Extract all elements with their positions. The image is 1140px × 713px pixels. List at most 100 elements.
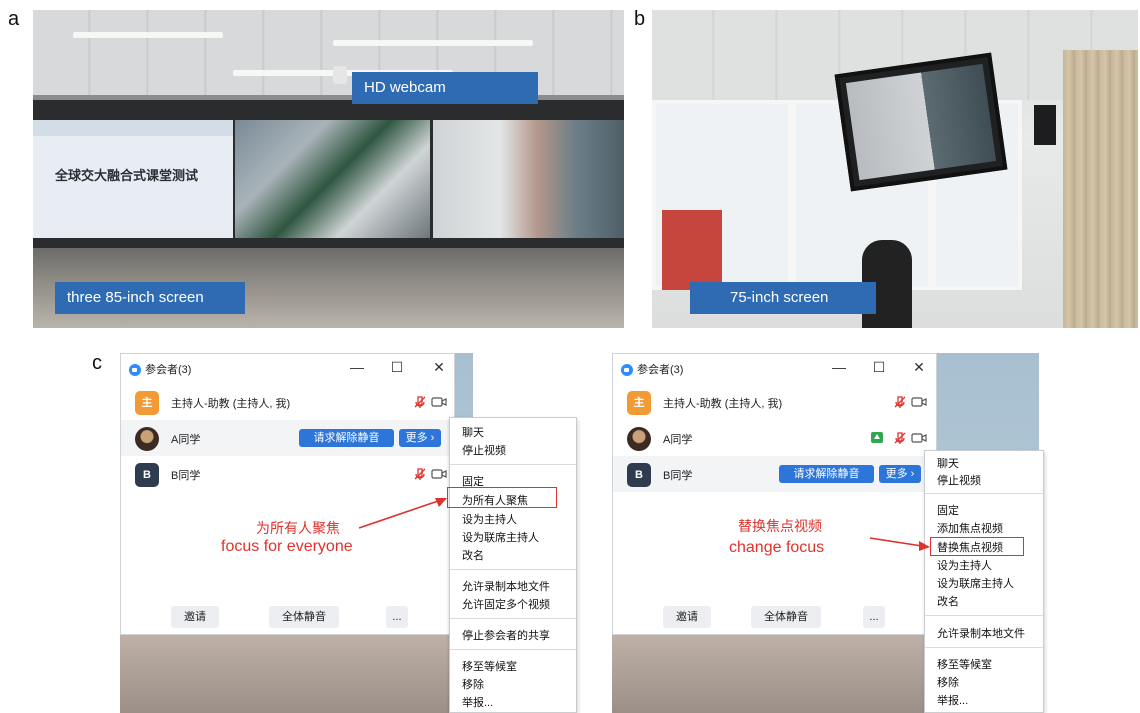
- label-hd-webcam: HD webcam: [352, 72, 538, 104]
- window-title: 参会者(3): [637, 364, 684, 376]
- video-camera-icon[interactable]: [911, 432, 927, 444]
- classroom-photo-b: [652, 10, 1138, 328]
- menu-item-chat[interactable]: 聊天: [937, 455, 959, 471]
- participant-name: 主持人-助教 (主持人, 我): [171, 398, 291, 410]
- zoom-logo-icon: [621, 364, 633, 376]
- participant-row-b[interactable]: B B同学: [121, 456, 454, 492]
- participant-context-menu-left: 聊天 停止视频 固定 为所有人聚焦 设为主持人 设为联席主持人 改名 允许录制本…: [449, 417, 577, 713]
- menu-separator: [925, 493, 1043, 494]
- curtain: [1063, 50, 1138, 328]
- mic-muted-icon[interactable]: [893, 395, 907, 409]
- participant-row-host[interactable]: 主 主持人-助教 (主持人, 我): [121, 384, 454, 420]
- request-unmute-button[interactable]: 请求解除静音: [299, 429, 394, 447]
- more-button[interactable]: 更多 ›: [399, 429, 441, 447]
- menu-item-make-host[interactable]: 设为主持人: [937, 557, 992, 573]
- annotation-cn: 替换焦点视频: [738, 518, 822, 534]
- panel-letter-b: b: [634, 8, 646, 30]
- minimize-button[interactable]: —: [349, 359, 365, 375]
- menu-item-chat[interactable]: 聊天: [462, 424, 484, 440]
- ceiling-light: [333, 40, 533, 46]
- menu-item-remove[interactable]: 移除: [462, 676, 484, 692]
- more-options-button[interactable]: ...: [863, 606, 885, 628]
- ceiling-light: [73, 32, 223, 38]
- mute-all-button[interactable]: 全体静音: [269, 606, 339, 628]
- participant-name: B同学: [663, 470, 693, 482]
- panel-letter-c: c: [92, 352, 102, 374]
- window-title: 参会者(3): [145, 364, 192, 376]
- video-camera-icon[interactable]: [911, 396, 927, 408]
- annotation-cn: 为所有人聚焦: [256, 520, 340, 536]
- menu-item-stop-share[interactable]: 停止参会者的共享: [462, 627, 550, 643]
- label-three-85-inch-screen: three 85-inch screen: [55, 282, 245, 314]
- title-bar: 参会者(3) — ☐ ✕: [613, 354, 936, 384]
- video-camera-icon[interactable]: [431, 468, 447, 480]
- annotation-en: focus for everyone: [221, 538, 353, 555]
- maximize-button[interactable]: ☐: [389, 359, 405, 376]
- invite-button[interactable]: 邀请: [171, 606, 219, 628]
- maximize-button[interactable]: ☐: [871, 359, 887, 376]
- menu-item-rename[interactable]: 改名: [462, 547, 484, 563]
- mic-muted-icon[interactable]: [893, 431, 907, 445]
- annotation-en: change focus: [729, 539, 825, 556]
- tv-75-inch: [834, 52, 1008, 192]
- avatar: B: [135, 463, 159, 487]
- menu-item-report[interactable]: 举报...: [462, 694, 493, 710]
- mute-all-button[interactable]: 全体静音: [751, 606, 821, 628]
- more-button[interactable]: 更多 ›: [879, 465, 921, 483]
- label-75-inch-screen: 75-inch screen: [690, 282, 876, 314]
- menu-item-rename[interactable]: 改名: [937, 593, 959, 609]
- menu-item-make-cohost[interactable]: 设为联席主持人: [937, 575, 1014, 591]
- participant-name: 主持人-助教 (主持人, 我): [663, 398, 783, 410]
- mic-muted-icon[interactable]: [413, 467, 427, 481]
- menu-item-report[interactable]: 举报...: [937, 692, 968, 708]
- participant-row-host[interactable]: 主 主持人-助教 (主持人, 我): [613, 384, 936, 420]
- participants-window: 参会者(3) — ☐ ✕ 主 主持人-助教 (主持人, 我) A同学 B B同学…: [612, 353, 937, 635]
- menu-item-make-cohost[interactable]: 设为联席主持人: [462, 529, 539, 545]
- participant-row-a[interactable]: A同学: [613, 420, 936, 456]
- participant-name: A同学: [171, 434, 201, 446]
- screen-slide: 全球交大融合式课堂测试: [33, 120, 233, 238]
- menu-item-allow-record[interactable]: 允许录制本地文件: [462, 578, 550, 594]
- participant-row-a[interactable]: A同学 请求解除静音 更多 ›: [121, 420, 454, 456]
- webcam-device: [333, 66, 347, 84]
- menu-separator: [450, 464, 576, 465]
- menu-separator: [925, 615, 1043, 616]
- close-button[interactable]: ✕: [431, 359, 447, 376]
- participant-context-menu-right: 聊天 停止视频 固定 添加焦点视频 替换焦点视频 设为主持人 设为联席主持人 改…: [924, 450, 1044, 713]
- screen-share-icon: [871, 432, 883, 443]
- menu-item-add-spotlight[interactable]: 添加焦点视频: [937, 520, 1003, 536]
- avatar: [135, 427, 159, 451]
- zoom-logo-icon: [129, 364, 141, 376]
- panel-letter-a: a: [8, 8, 20, 30]
- participant-row-b[interactable]: B B同学 请求解除静音 更多 ›: [613, 456, 936, 492]
- menu-item-pin[interactable]: 固定: [937, 502, 959, 518]
- close-button[interactable]: ✕: [911, 359, 927, 376]
- speaker: [1034, 105, 1056, 145]
- participant-name: A同学: [663, 434, 693, 446]
- menu-item-make-host[interactable]: 设为主持人: [462, 511, 517, 527]
- menu-separator: [450, 618, 576, 619]
- participant-name: B同学: [171, 470, 201, 482]
- avatar: 主: [627, 391, 651, 415]
- minimize-button[interactable]: —: [831, 359, 847, 375]
- highlight-box: [930, 537, 1024, 556]
- invite-button[interactable]: 邀请: [663, 606, 711, 628]
- avatar: B: [627, 463, 651, 487]
- request-unmute-button[interactable]: 请求解除静音: [779, 465, 874, 483]
- menu-item-allow-multi-pin[interactable]: 允许固定多个视频: [462, 596, 550, 612]
- avatar: 主: [135, 391, 159, 415]
- screen-video-grid: [235, 120, 430, 238]
- menu-separator: [450, 649, 576, 650]
- menu-item-stop-video[interactable]: 停止视频: [937, 472, 981, 488]
- more-options-button[interactable]: ...: [386, 606, 408, 628]
- menu-item-remove[interactable]: 移除: [937, 674, 959, 690]
- menu-item-stop-video[interactable]: 停止视频: [462, 442, 506, 458]
- menu-item-move-to-waiting-room[interactable]: 移至等候室: [462, 658, 517, 674]
- menu-item-move-to-waiting-room[interactable]: 移至等候室: [937, 656, 992, 672]
- mic-muted-icon[interactable]: [413, 395, 427, 409]
- video-camera-icon[interactable]: [431, 396, 447, 408]
- menu-item-allow-record[interactable]: 允许录制本地文件: [937, 625, 1025, 641]
- annotation-arrow: [358, 498, 447, 529]
- menu-separator: [450, 569, 576, 570]
- building-outside: [662, 210, 722, 290]
